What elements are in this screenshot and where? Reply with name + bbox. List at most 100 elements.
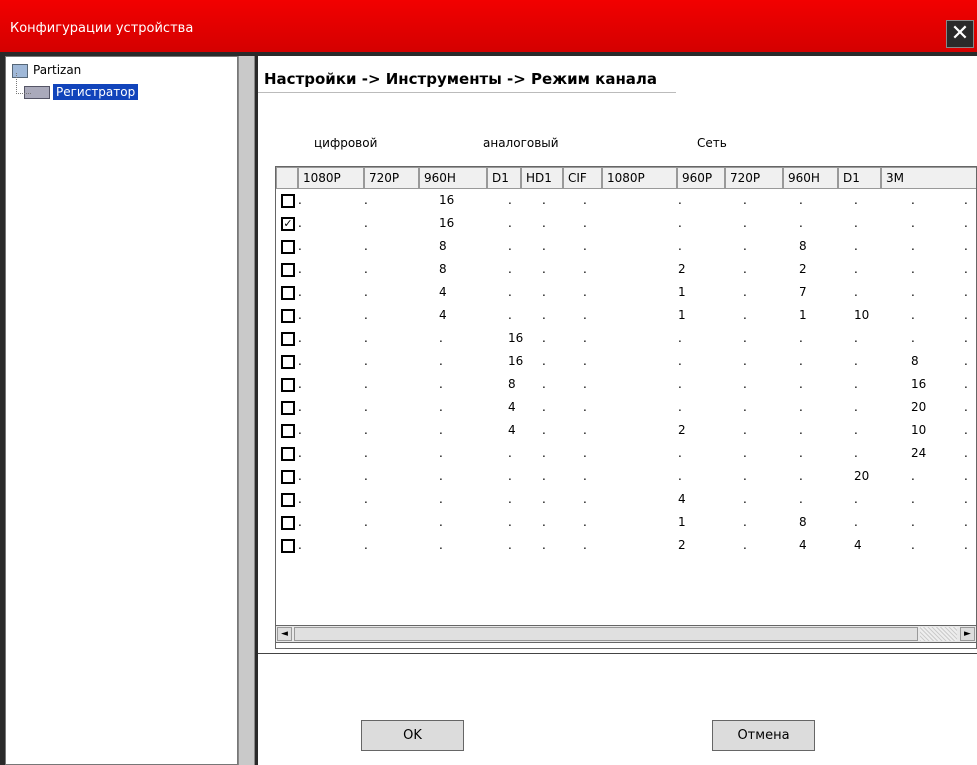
row-checkbox[interactable] <box>281 194 295 208</box>
table-cell: . <box>678 377 682 391</box>
table-cell: . <box>678 469 682 483</box>
table-cell: . <box>364 308 368 322</box>
table-header-cell[interactable]: 3M <box>881 167 976 189</box>
table-cell: . <box>583 377 587 391</box>
table-row[interactable]: .. 8... 2. 2... <box>276 259 976 282</box>
table-header-cell[interactable]: 960P <box>677 167 725 189</box>
table-row[interactable]: ...... 4..... <box>276 489 976 512</box>
table-row[interactable]: .. 8..... 8... <box>276 236 976 259</box>
table-cell: . <box>439 515 443 529</box>
table-cell: . <box>298 377 302 391</box>
table-cell: . <box>743 262 747 276</box>
table-cell: . <box>854 400 858 414</box>
table-cell: . <box>964 239 968 253</box>
table-header-cell[interactable]: 960H <box>783 167 838 189</box>
table-cell: 16 <box>439 193 455 207</box>
table-header-cell[interactable]: 1080P <box>298 167 364 189</box>
table-cell: 1 <box>678 285 686 299</box>
table-cell: . <box>799 446 803 460</box>
table-header-cell[interactable]: 960H <box>419 167 487 189</box>
table-row[interactable]: .. 4... 1. 7... <box>276 282 976 305</box>
table-cell: 8 <box>799 239 807 253</box>
table-cell: . <box>298 423 302 437</box>
table-row[interactable]: ... 4.. 2... 10. <box>276 420 976 443</box>
row-checkbox[interactable] <box>281 470 295 484</box>
table-row[interactable]: ... 16........ <box>276 328 976 351</box>
table-row[interactable]: ... 8...... 16. <box>276 374 976 397</box>
table-row[interactable]: ... 16...... 8. <box>276 351 976 374</box>
table-cell: . <box>964 446 968 460</box>
table-cell: . <box>911 285 915 299</box>
table-cell: . <box>911 331 915 345</box>
table-cell: . <box>583 400 587 414</box>
table-header-cell[interactable]: D1 <box>487 167 521 189</box>
table-row[interactable]: ......... 20.. <box>276 466 976 489</box>
table-cell: . <box>743 469 747 483</box>
table-cell: . <box>854 377 858 391</box>
table-row[interactable]: .......... 24. <box>276 443 976 466</box>
row-checkbox[interactable] <box>281 516 295 530</box>
row-checkbox[interactable] <box>281 447 295 461</box>
table-row[interactable]: ...... 1. 8... <box>276 512 976 535</box>
table-row[interactable]: .. 4... 1. 1 10.. <box>276 305 976 328</box>
panel-splitter[interactable] <box>238 56 255 765</box>
table-row[interactable]: ...... 2. 4 4.. <box>276 535 976 558</box>
table-cell: . <box>743 239 747 253</box>
table-cell: 2 <box>678 262 686 276</box>
table-header-cell[interactable]: D1 <box>838 167 881 189</box>
table-cell: . <box>583 515 587 529</box>
row-checkbox[interactable]: ✓ <box>281 217 295 231</box>
table-cell: . <box>854 354 858 368</box>
row-checkbox[interactable] <box>281 401 295 415</box>
scrollbar-thumb[interactable] <box>294 627 918 641</box>
horizontal-scrollbar[interactable]: ◄ ► <box>275 625 977 643</box>
row-checkbox[interactable] <box>281 355 295 369</box>
table-cell: . <box>542 331 546 345</box>
table-cell: . <box>439 400 443 414</box>
scrollbar-track[interactable] <box>920 627 957 641</box>
ok-button[interactable]: OK <box>361 720 464 751</box>
table-cell: . <box>364 262 368 276</box>
table-cell: 4 <box>439 285 447 299</box>
table-header-cell[interactable]: 720P <box>725 167 783 189</box>
table-cell: . <box>743 446 747 460</box>
table-cell: . <box>799 492 803 506</box>
table-cell: . <box>298 469 302 483</box>
row-checkbox[interactable] <box>281 263 295 277</box>
cancel-button[interactable]: Отмена <box>712 720 815 751</box>
table-cell: 1 <box>678 515 686 529</box>
table-cell: . <box>542 216 546 230</box>
table-cell: . <box>298 354 302 368</box>
row-checkbox[interactable] <box>281 378 295 392</box>
table-header-cell[interactable]: CIF <box>563 167 602 189</box>
group-label-network: Сеть <box>697 136 727 150</box>
row-checkbox[interactable] <box>281 309 295 323</box>
row-checkbox[interactable] <box>281 332 295 346</box>
close-button[interactable]: ✕ <box>946 20 974 48</box>
table-row[interactable]: .. 16......... <box>276 190 976 213</box>
table-cell: . <box>439 377 443 391</box>
table-cell: . <box>364 469 368 483</box>
table-cell: . <box>964 492 968 506</box>
row-checkbox[interactable] <box>281 424 295 438</box>
table-cell: . <box>911 193 915 207</box>
window-title: Конфигурации устройства <box>10 21 194 36</box>
table-header-cell[interactable]: 1080P <box>602 167 677 189</box>
scroll-left-arrow-icon[interactable]: ◄ <box>277 627 292 641</box>
row-checkbox[interactable] <box>281 240 295 254</box>
table-row[interactable]: ✓.. 16......... <box>276 213 976 236</box>
table-row[interactable]: ... 4...... 20. <box>276 397 976 420</box>
table-header-cell[interactable]: 720P <box>364 167 419 189</box>
row-checkbox[interactable] <box>281 286 295 300</box>
table-header-cell[interactable]: HD1 <box>521 167 563 189</box>
table-cell: . <box>583 423 587 437</box>
table-cell: . <box>298 331 302 345</box>
table-cell: . <box>542 400 546 414</box>
table-cell: . <box>678 400 682 414</box>
tree-item-recorder[interactable]: Регистратор <box>16 73 139 103</box>
row-checkbox[interactable] <box>281 539 295 553</box>
scroll-right-arrow-icon[interactable]: ► <box>960 627 975 641</box>
row-checkbox[interactable] <box>281 493 295 507</box>
table-cell: . <box>542 446 546 460</box>
table-cell: . <box>439 446 443 460</box>
